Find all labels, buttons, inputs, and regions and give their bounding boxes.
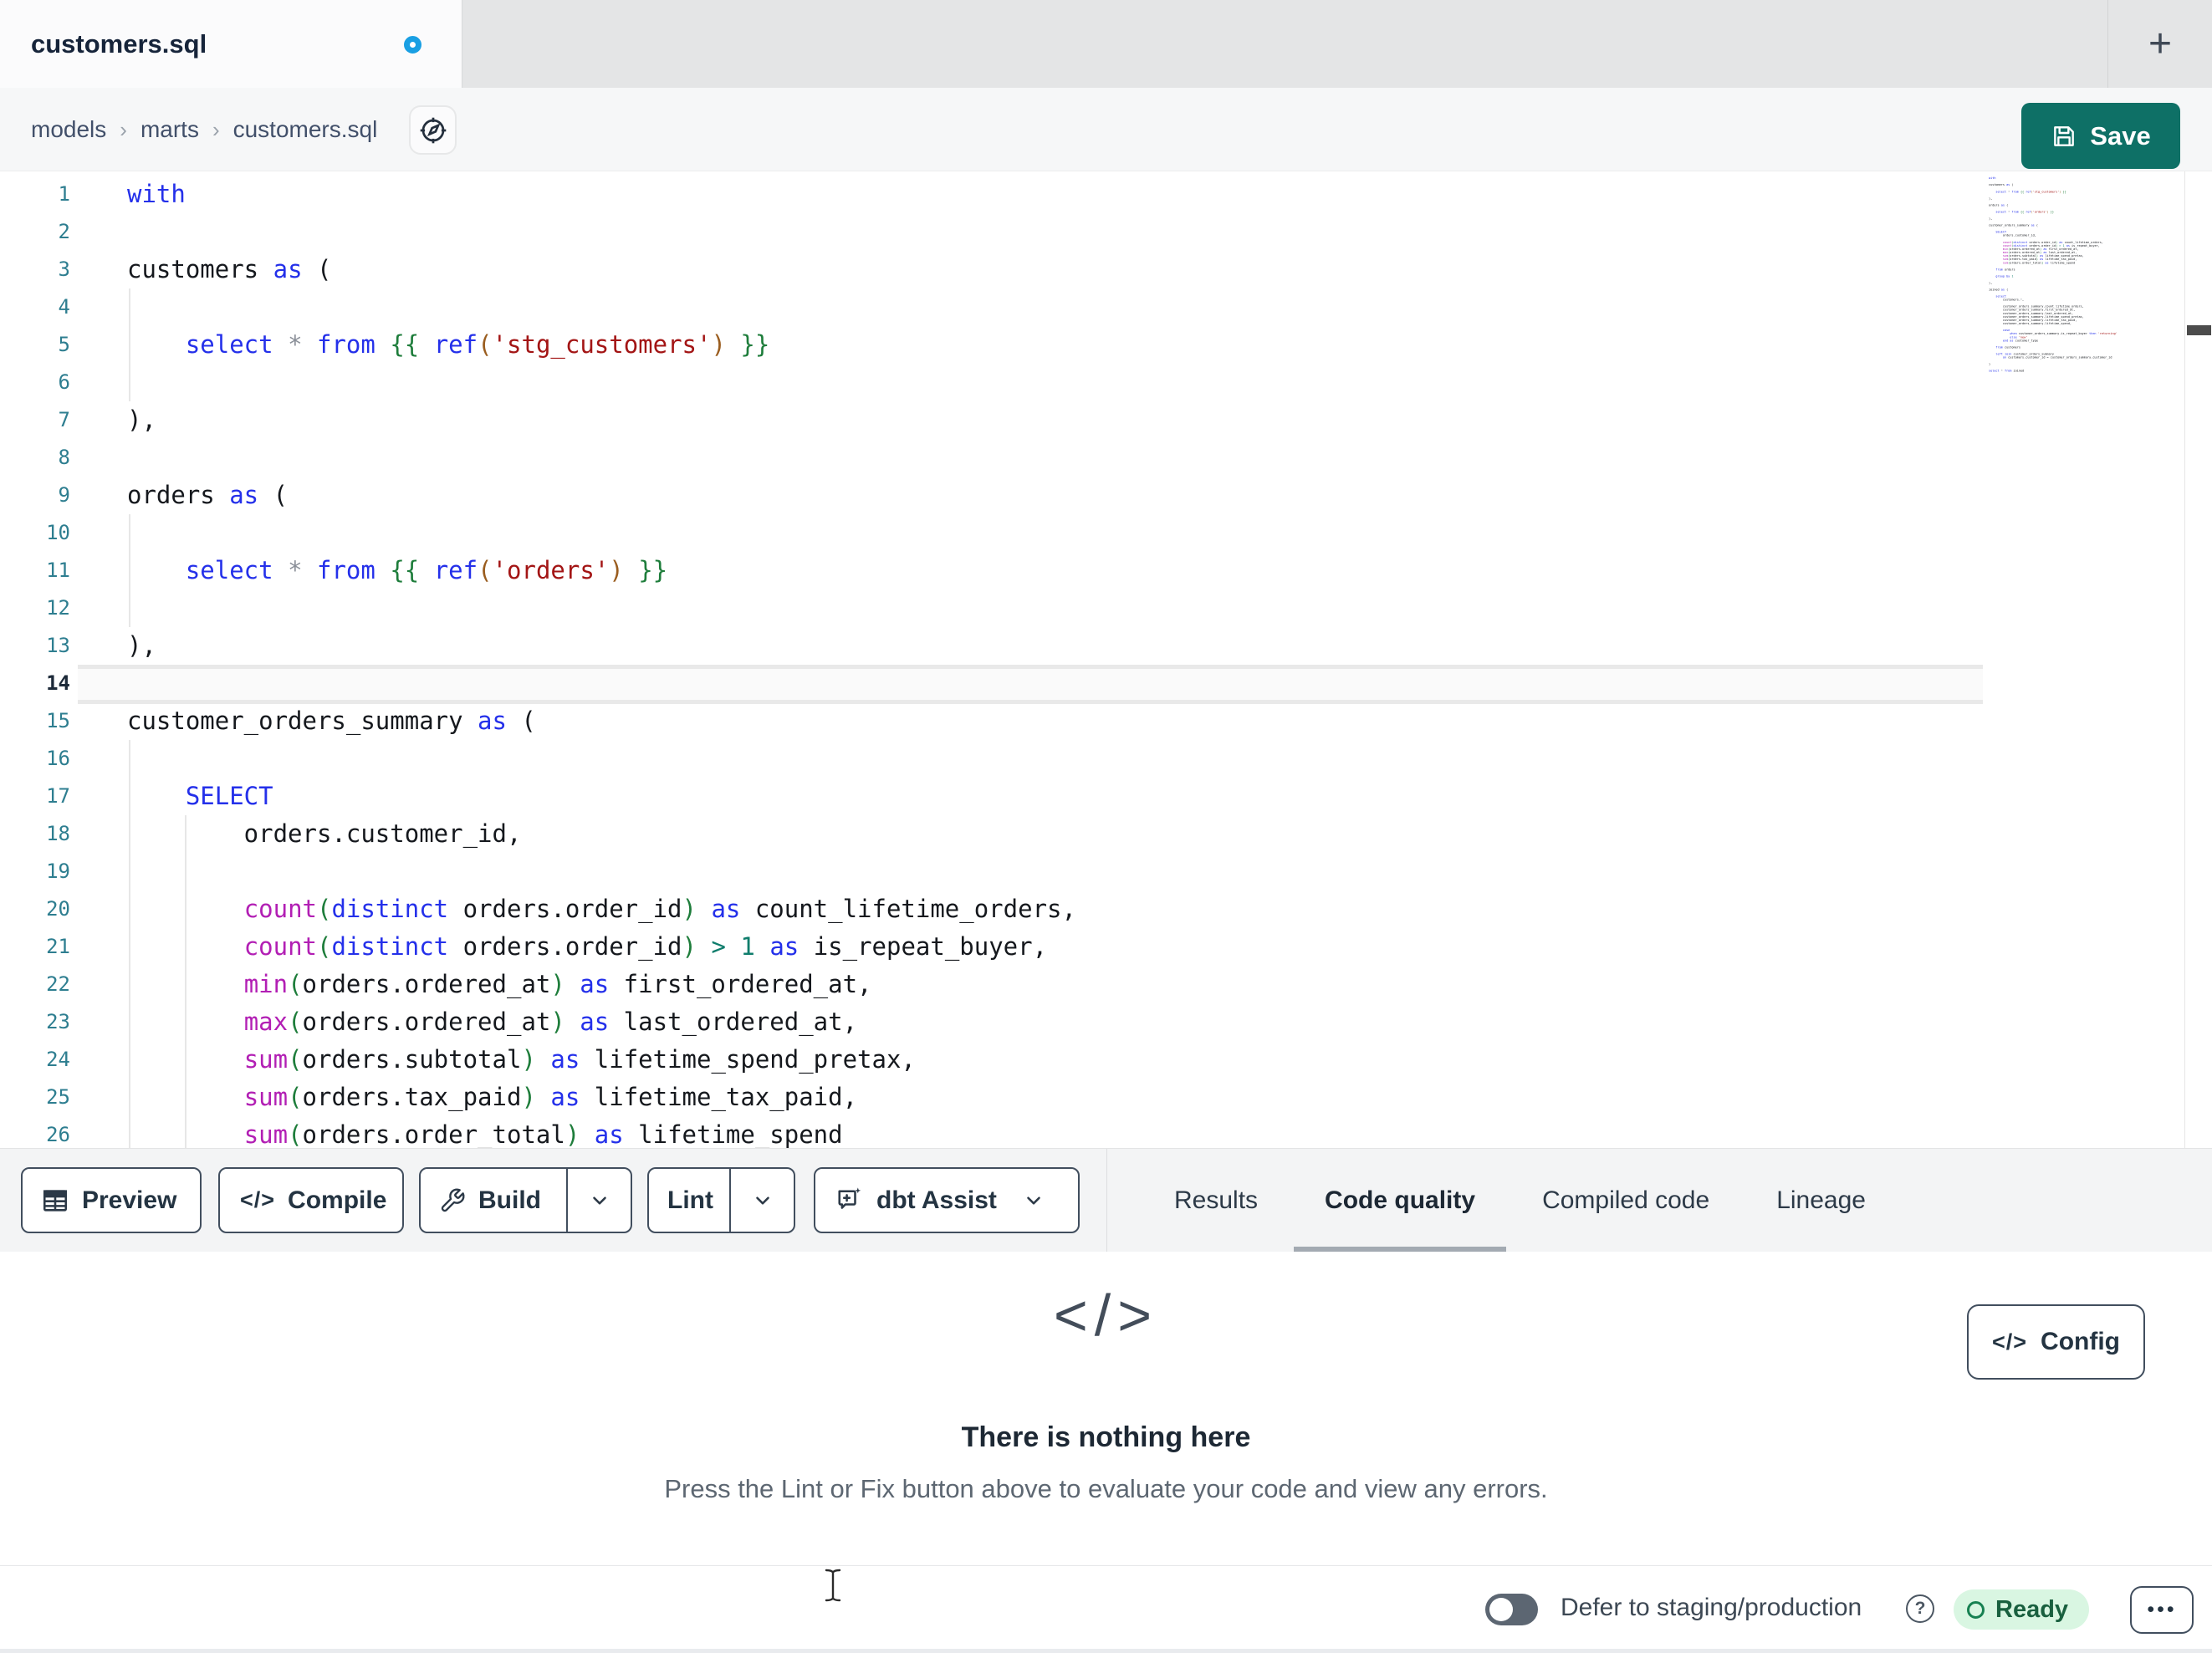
preview-button[interactable]: Preview bbox=[21, 1167, 202, 1233]
empty-state-subtitle: Press the Lint or Fix button above to ev… bbox=[664, 1474, 1548, 1503]
breadcrumb-separator: › bbox=[212, 116, 220, 142]
ready-status-icon bbox=[1967, 1600, 1985, 1619]
editor-scrollbar-thumb[interactable] bbox=[2187, 325, 2211, 335]
ready-status-label: Ready bbox=[1995, 1595, 2069, 1623]
build-split-button: Build bbox=[419, 1167, 632, 1233]
overflow-menu-button[interactable]: ••• bbox=[2130, 1586, 2194, 1634]
tab-compiled-code[interactable]: Compiled code bbox=[1542, 1149, 1709, 1253]
wrench-icon bbox=[439, 1187, 466, 1214]
config-button[interactable]: </> Config bbox=[1967, 1304, 2145, 1380]
result-panel: </> There is nothing here Press the Lint… bbox=[0, 1252, 2212, 1565]
dbt-ide-window: customers.sql + models › marts › custome… bbox=[0, 0, 2212, 1653]
chat-sparkle-icon bbox=[834, 1186, 864, 1216]
save-button-label: Save bbox=[2090, 120, 2151, 151]
result-panel-tabs: Results Code quality Compiled code Linea… bbox=[1107, 1149, 2212, 1253]
tab-results[interactable]: Results bbox=[1174, 1149, 1258, 1253]
status-bar: Defer to staging/production ? Ready ••• bbox=[0, 1565, 2212, 1649]
empty-state: </> There is nothing here Press the Lint… bbox=[0, 1252, 2212, 1565]
help-icon[interactable]: ? bbox=[1906, 1594, 1934, 1623]
build-button-label: Build bbox=[478, 1186, 541, 1214]
config-button-label: Config bbox=[2041, 1328, 2120, 1355]
table-icon bbox=[41, 1186, 69, 1215]
editor-tab-bar: customers.sql + bbox=[0, 0, 2212, 88]
breadcrumb-item-models[interactable]: models bbox=[31, 116, 106, 143]
code-icon: </> bbox=[240, 1187, 276, 1212]
code-icon: </> bbox=[1053, 1283, 1159, 1348]
lint-button[interactable]: Lint bbox=[649, 1169, 729, 1232]
empty-state-title: There is nothing here bbox=[961, 1421, 1251, 1453]
lint-dropdown-button[interactable] bbox=[731, 1169, 794, 1232]
tab-results-label: Results bbox=[1174, 1186, 1259, 1214]
compile-button[interactable]: </> Compile bbox=[218, 1167, 404, 1233]
save-button[interactable]: Save bbox=[2021, 103, 2180, 169]
text-cursor-pointer bbox=[822, 1568, 844, 1603]
minimap[interactable]: with customers as ( select * from {{ ref… bbox=[1989, 176, 2119, 375]
code-icon: </> bbox=[1991, 1329, 2028, 1355]
status-badge-ready[interactable]: Ready bbox=[1954, 1589, 2089, 1630]
unsaved-changes-indicator bbox=[404, 36, 421, 54]
line-number-gutter: 1 2 3 4 5 6 7 8 9 10 11 12 13 14 15 16 17 18 19 20 21 22 23 24 2… bbox=[46, 182, 70, 1146]
tab-lineage-label: Lineage bbox=[1776, 1186, 1866, 1214]
locate-in-file-tree-button[interactable] bbox=[409, 105, 457, 155]
dbt-assist-button[interactable]: dbt Assist bbox=[814, 1167, 1080, 1233]
chevron-down-icon bbox=[752, 1190, 774, 1212]
floppy-disk-icon bbox=[2051, 123, 2077, 150]
breadcrumb-separator: › bbox=[120, 116, 127, 142]
defer-toggle[interactable] bbox=[1485, 1594, 1538, 1625]
tab-lineage[interactable]: Lineage bbox=[1776, 1149, 1866, 1253]
editor-toolbar: Preview </> Compile Build Lint dbt Assis… bbox=[0, 1148, 2212, 1253]
breadcrumb-item-marts[interactable]: marts bbox=[140, 116, 199, 143]
editor-scrollbar[interactable] bbox=[2184, 171, 2212, 1148]
tab-compiled-code-label: Compiled code bbox=[1542, 1186, 1710, 1214]
editor-tab-customers-sql[interactable]: customers.sql bbox=[0, 0, 462, 88]
build-dropdown-button[interactable] bbox=[568, 1169, 631, 1232]
compile-button-label: Compile bbox=[288, 1186, 387, 1214]
code-editor[interactable]: 1 2 3 4 5 6 7 8 9 10 11 12 13 14 15 16 17 18 19 20 21 22 23 24 2… bbox=[0, 171, 2212, 1148]
lint-split-button: Lint bbox=[647, 1167, 795, 1233]
tab-code-quality[interactable]: Code quality bbox=[1294, 1149, 1507, 1253]
toggle-knob bbox=[1489, 1598, 1513, 1621]
window-bottom-strip bbox=[0, 1649, 2212, 1653]
tab-code-quality-label: Code quality bbox=[1325, 1186, 1476, 1214]
compass-icon bbox=[418, 115, 448, 145]
breadcrumb-bar: models › marts › customers.sql Save bbox=[0, 88, 2212, 171]
breadcrumb-item-customers-sql[interactable]: customers.sql bbox=[233, 116, 378, 143]
dbt-assist-button-label: dbt Assist bbox=[876, 1186, 997, 1214]
chevron-down-icon bbox=[1023, 1190, 1045, 1212]
new-tab-button[interactable]: + bbox=[2108, 0, 2212, 88]
lint-button-label: Lint bbox=[667, 1186, 713, 1214]
breadcrumb: models › marts › customers.sql bbox=[31, 88, 377, 171]
build-button[interactable]: Build bbox=[421, 1169, 566, 1232]
defer-label: Defer to staging/production bbox=[1561, 1594, 1862, 1621]
tab-title: customers.sql bbox=[31, 28, 207, 59]
preview-button-label: Preview bbox=[82, 1186, 177, 1214]
code-content[interactable]: with customers as ( select * from {{ ref… bbox=[127, 176, 1193, 1148]
chevron-down-icon bbox=[589, 1190, 610, 1212]
